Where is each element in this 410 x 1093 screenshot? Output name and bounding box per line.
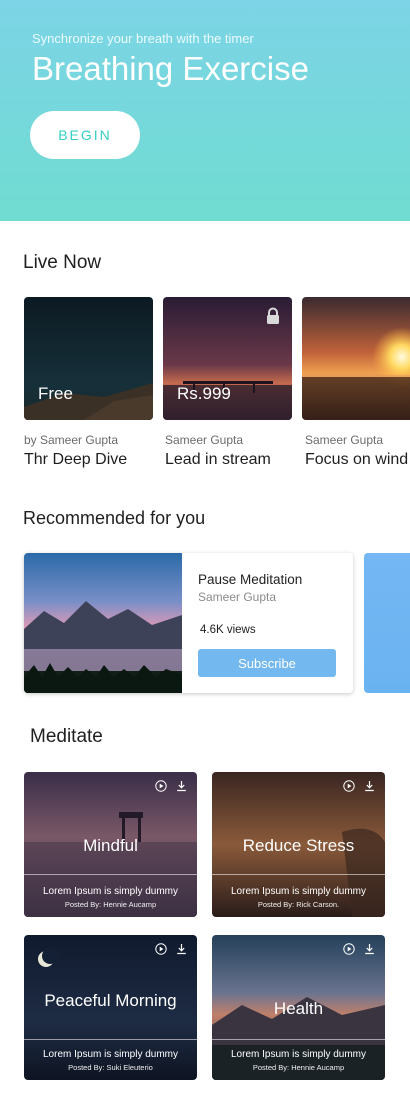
live-card-image: [302, 297, 410, 420]
recommended-card-views: 4.6K views: [200, 624, 256, 636]
play-icon[interactable]: [343, 780, 355, 792]
meditate-card-description: Lorem Ipsum is simply dummy: [42, 1049, 179, 1060]
recommended-card-next[interactable]: [364, 553, 410, 693]
live-now-title: Live Now: [23, 252, 102, 273]
meditate-card-reduce-stress[interactable]: Reduce Stress Lorem Ipsum is simply dumm…: [212, 772, 385, 917]
live-card-name: Lead in stream: [165, 451, 271, 468]
recommended-card-title: Pause Meditation: [198, 572, 303, 587]
meditate-title: Meditate: [30, 726, 103, 747]
play-icon[interactable]: [155, 780, 167, 792]
meditate-card-mindful[interactable]: Mindful Lorem Ipsum is simply dummy Post…: [24, 772, 197, 917]
meditate-card-name: Health: [273, 999, 324, 1018]
page-title: Breathing Exercise: [32, 50, 309, 87]
live-card-name: Thr Deep Dive: [24, 451, 128, 468]
live-card-author: by Sameer Gupta: [24, 433, 119, 447]
meditate-card-poster: Posted By: Rick Carson.: [257, 900, 340, 909]
recommended-card[interactable]: Pause Meditation Sameer Gupta 4.6K views…: [24, 553, 353, 693]
recommended-title: Recommended for you: [23, 508, 206, 528]
meditate-card-name: Reduce Stress: [242, 836, 355, 855]
meditate-card-divider: [24, 874, 197, 875]
recommended-image: [24, 553, 182, 693]
download-icon[interactable]: [364, 943, 375, 955]
play-icon[interactable]: [343, 943, 355, 955]
meditate-card-poster: Posted By: Hennie Aucamp: [252, 1063, 345, 1072]
live-card-author: Sameer Gupta: [305, 433, 384, 447]
meditate-card-divider: [212, 1039, 385, 1040]
live-card-price: Free: [38, 384, 73, 403]
meditate-card-divider: [212, 874, 385, 875]
play-icon[interactable]: [155, 943, 167, 955]
meditate-card-poster: Posted By: Hennie Aucamp: [64, 900, 157, 909]
meditate-card-divider: [24, 1039, 197, 1040]
live-card-price: Rs.999: [177, 384, 231, 403]
live-card-author: Sameer Gupta: [165, 433, 244, 447]
meditate-card-peaceful-morning[interactable]: Peaceful Morning Lorem Ipsum is simply d…: [24, 935, 197, 1080]
meditate-card-description: Lorem Ipsum is simply dummy: [230, 886, 367, 897]
download-icon[interactable]: [176, 780, 187, 792]
begin-button[interactable]: BEGIN: [30, 111, 140, 159]
meditate-card-name: Mindful: [83, 836, 138, 855]
hero-banner: Synchronize your breath with the timer B…: [0, 0, 410, 221]
download-icon[interactable]: [364, 780, 375, 792]
meditate-card-name: Peaceful Morning: [44, 991, 177, 1010]
meditate-card-description: Lorem Ipsum is simply dummy: [42, 886, 179, 897]
meditate-card-poster: Posted By: Suki Eleuterio: [68, 1063, 153, 1072]
live-card-name: Focus on wind: [305, 451, 409, 468]
lock-icon: [267, 307, 279, 324]
meditate-card-health[interactable]: Health Lorem Ipsum is simply dummy Poste…: [212, 935, 385, 1080]
download-icon[interactable]: [176, 943, 187, 955]
subscribe-button[interactable]: Subscribe: [198, 649, 336, 677]
live-card-focus-on-wind[interactable]: [302, 297, 410, 420]
recommended-card-author: Sameer Gupta: [198, 590, 277, 604]
meditate-card-description: Lorem Ipsum is simply dummy: [230, 1049, 367, 1060]
live-card-lead-in-stream[interactable]: Rs.999: [163, 297, 292, 420]
hero-subtitle: Synchronize your breath with the timer: [32, 31, 254, 46]
live-card-deep-dive[interactable]: Free: [24, 297, 153, 420]
